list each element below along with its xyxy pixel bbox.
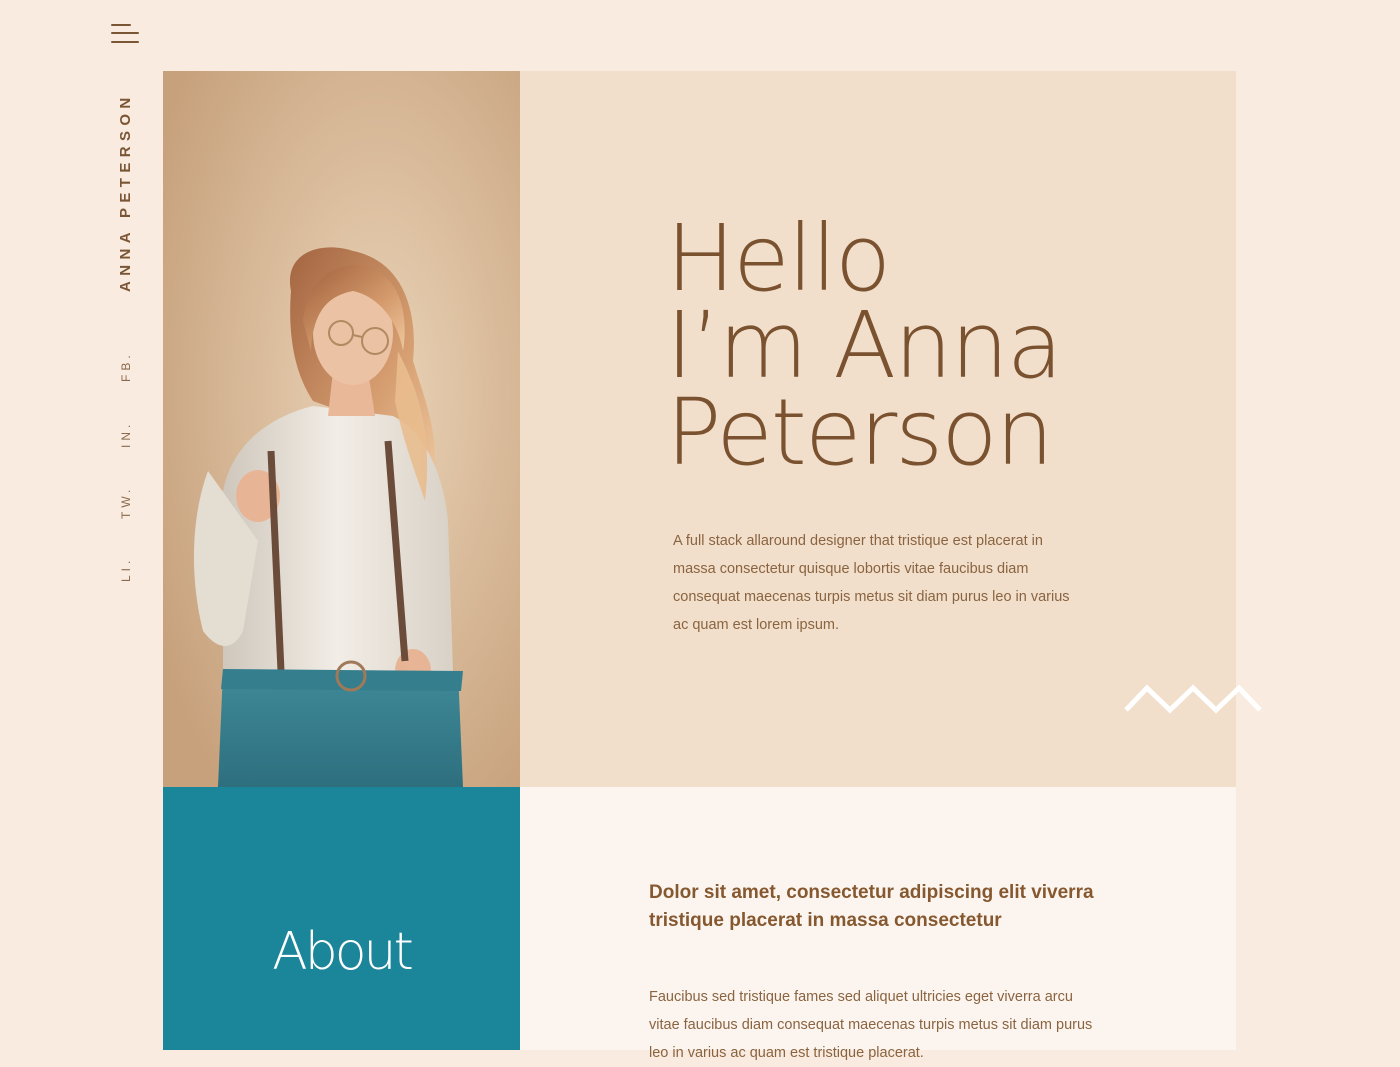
portrait-illustration (163, 71, 520, 787)
social-link-linkedin[interactable]: LI. (114, 557, 138, 582)
hero-title-line-2: I’m Anna (666, 292, 1063, 399)
zigzag-icon (1124, 684, 1262, 714)
about-panel: About (163, 787, 520, 1050)
hero-section: Hello I’m Anna Peterson A full stack all… (520, 71, 1262, 787)
brand-name-vertical[interactable]: ANNA PETERSON (112, 92, 140, 292)
portrait-photo (163, 71, 520, 787)
menu-line-top (111, 24, 131, 26)
social-link-twitter[interactable]: TW. (114, 486, 138, 519)
hero-title-line-1: Hello (666, 205, 891, 312)
about-title: About (272, 922, 414, 982)
social-link-facebook[interactable]: FB. (114, 351, 138, 382)
hero-description: A full stack allaround designer that tri… (673, 533, 1070, 633)
hamburger-menu-icon[interactable] (111, 24, 141, 46)
menu-line-bottom (111, 41, 139, 43)
hero-title-line-3: Peterson (666, 379, 1054, 486)
about-heading: Dolor sit amet, consectetur adipiscing e… (649, 882, 1094, 931)
social-link-instagram[interactable]: IN. (114, 421, 138, 448)
menu-line-middle (111, 32, 139, 34)
about-body: Faucibus sed tristique fames sed aliquet… (649, 989, 1093, 1061)
about-content: Dolor sit amet, consectetur adipiscing e… (520, 787, 1236, 1061)
hero-title: Hello I’m Anna Peterson (666, 205, 1063, 486)
